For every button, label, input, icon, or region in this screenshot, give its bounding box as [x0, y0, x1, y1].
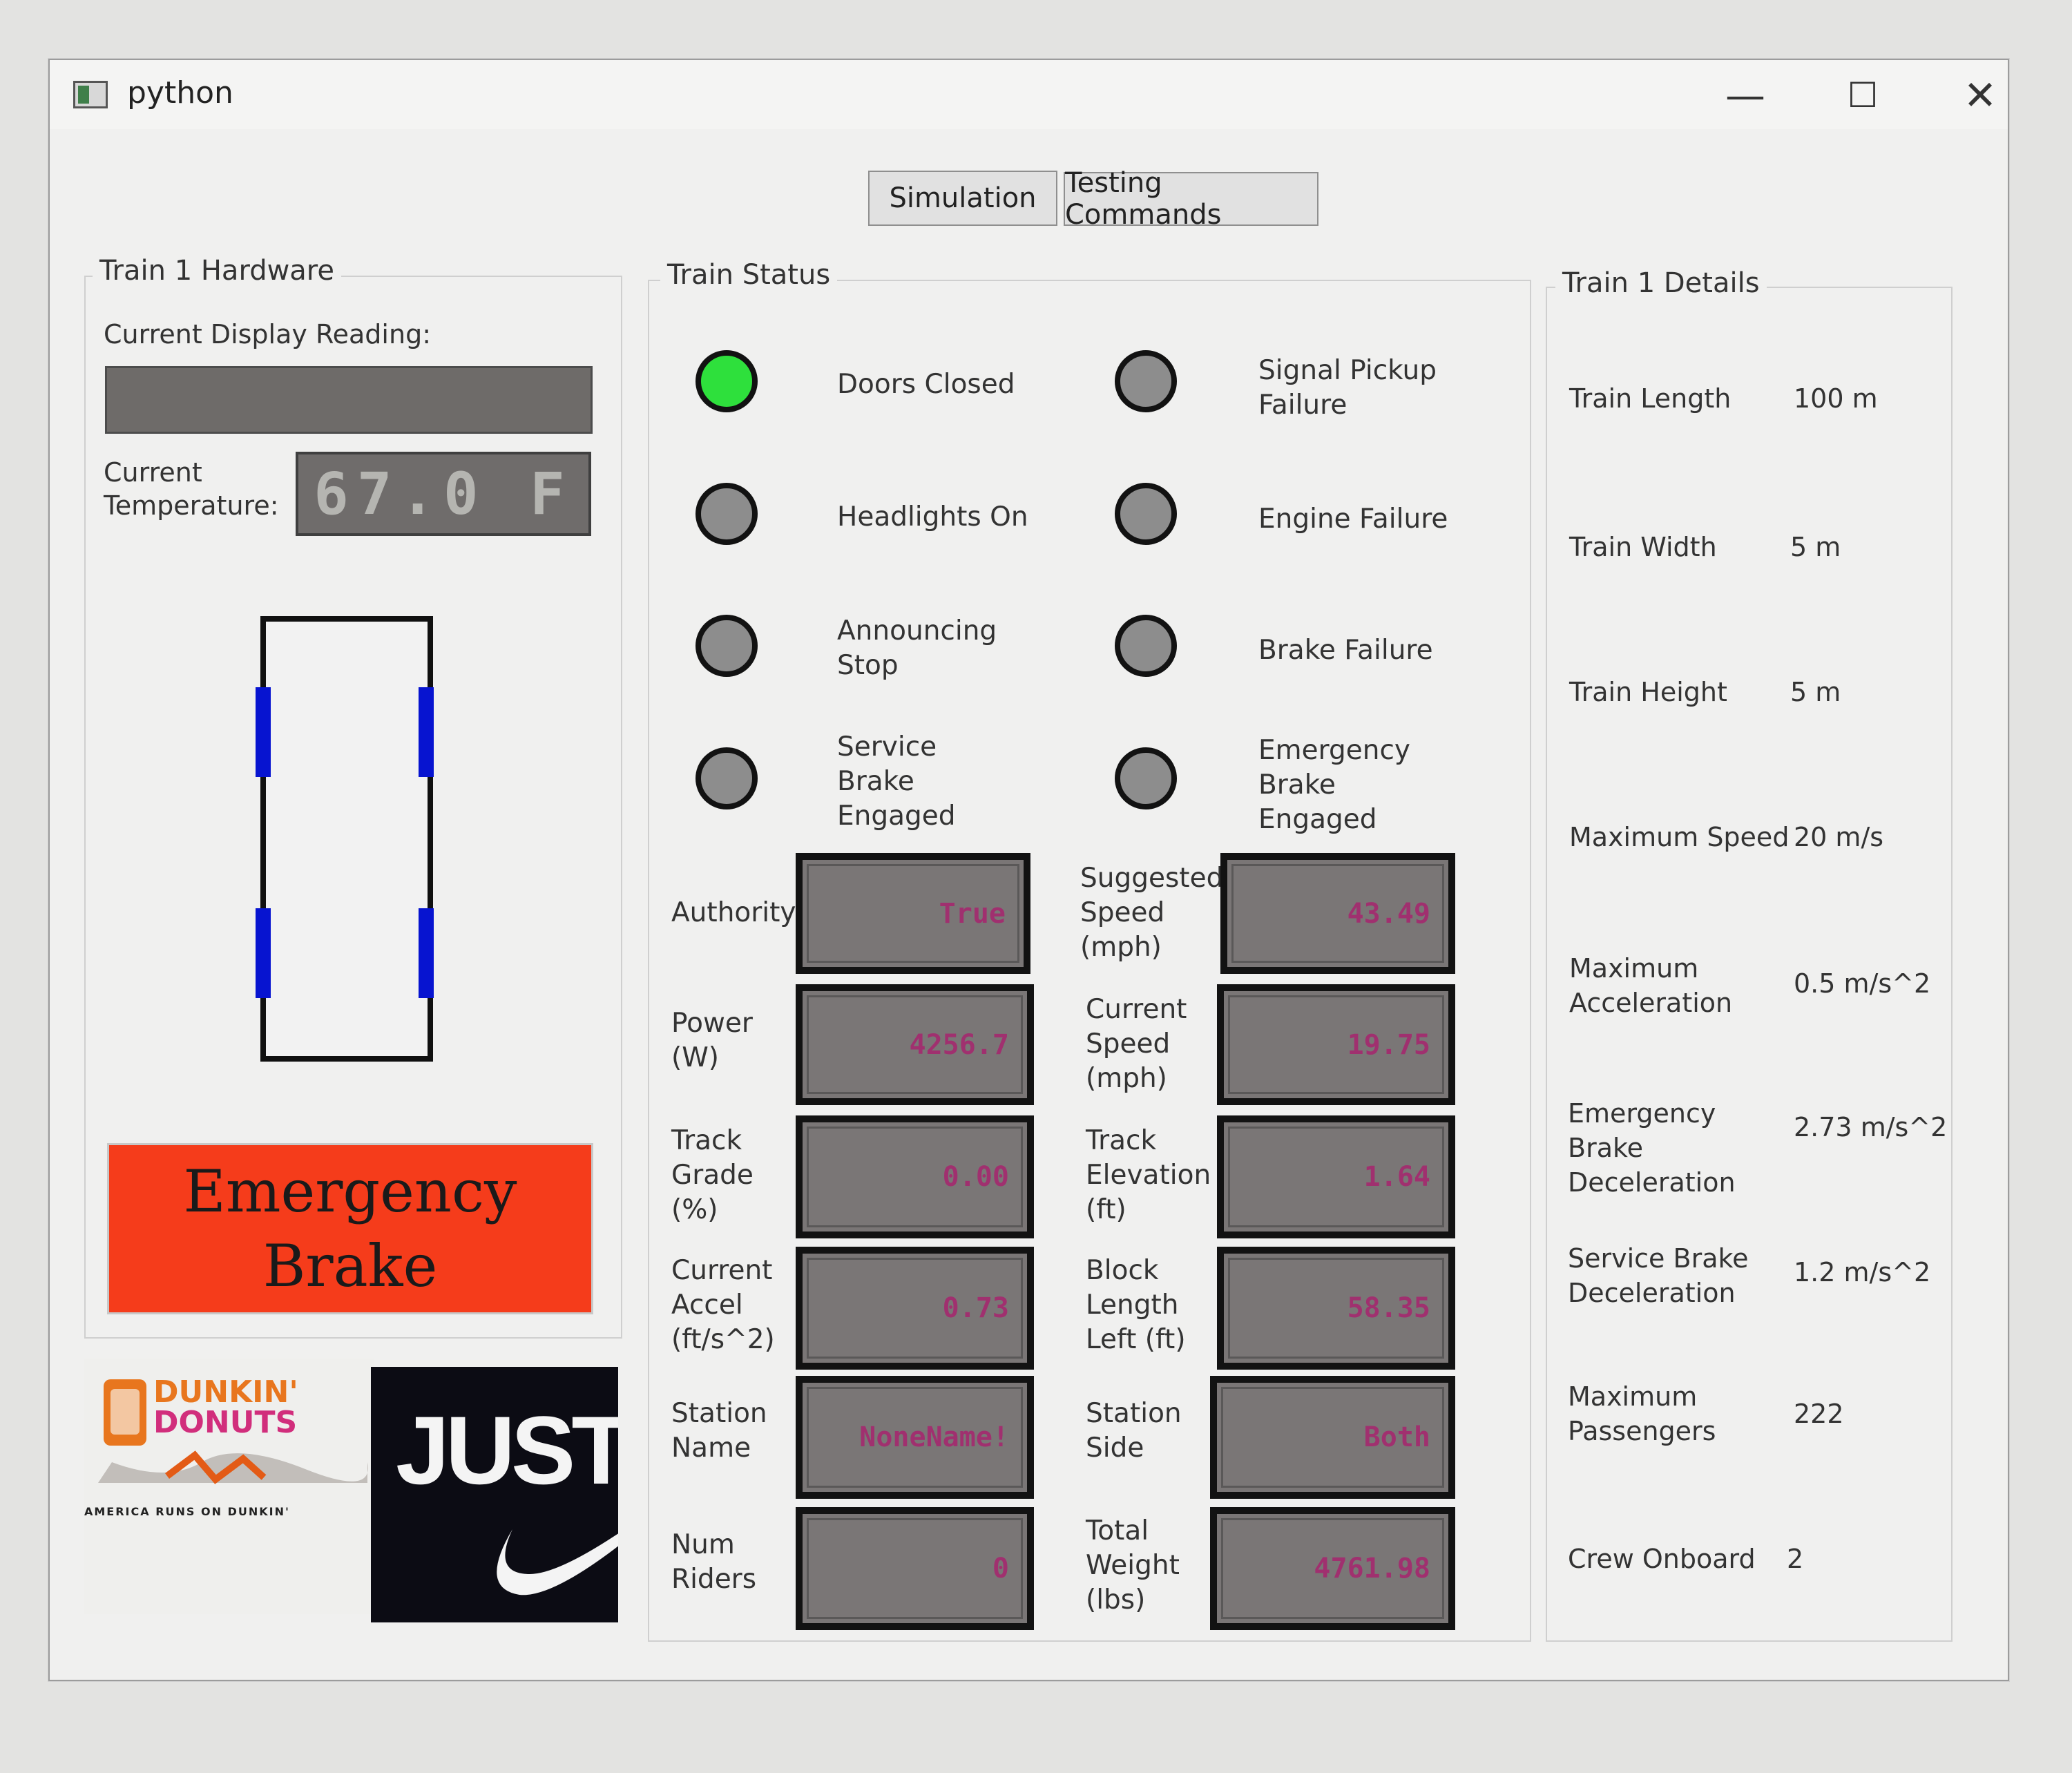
- app-icon: [73, 81, 108, 108]
- detail-label-service-brake-deceleration: Service Brake Deceleration: [1568, 1243, 1749, 1308]
- label-station-name: Station Name: [671, 1398, 767, 1464]
- label-emergency-brake-engaged: Emergency Brake Engaged: [1258, 735, 1410, 835]
- value-power: 4256.7: [796, 984, 1034, 1105]
- detail-label-train-width: Train Width: [1569, 532, 1717, 562]
- emergency-brake-line1: Emergency: [183, 1158, 517, 1225]
- detail-value-train-width: 5 m: [1790, 532, 1841, 562]
- label-block-length-left: Block Length Left (ft): [1086, 1255, 1186, 1355]
- detail-label-emergency-brake-deceleration: Emergency Brake Deceleration: [1568, 1098, 1736, 1198]
- value-block-length-left: 58.35: [1217, 1247, 1455, 1370]
- value-current-speed: 19.75: [1217, 984, 1455, 1105]
- window-title: python: [127, 75, 233, 111]
- label-announcing-stop: Announcing Stop: [837, 615, 997, 681]
- label-num-riders: Num Riders: [671, 1529, 757, 1595]
- detail-label-train-height: Train Height: [1569, 677, 1727, 707]
- nike-swoosh-icon: [497, 1529, 618, 1595]
- label-authority: Authority: [671, 897, 796, 928]
- close-button[interactable]: ✕: [1942, 66, 2018, 125]
- value-suggested-speed: 43.49: [1220, 853, 1455, 974]
- indicator-engine-failure: [1115, 483, 1177, 545]
- nike-ad: JUST D: [371, 1367, 618, 1622]
- label-track-elevation: Track Elevation (ft): [1086, 1125, 1211, 1225]
- label-signal-pickup-failure: Signal Pickup Failure: [1258, 355, 1437, 421]
- minimize-button[interactable]: —: [1707, 66, 1783, 125]
- detail-value-service-brake-deceleration: 1.2 m/s^2: [1794, 1257, 1931, 1287]
- app-window: python — ☐ ✕ Simulation Testing Commands…: [48, 59, 2009, 1681]
- value-station-name: NoneName!: [796, 1376, 1034, 1499]
- label-total-weight: Total Weight (lbs): [1086, 1515, 1180, 1616]
- train-door-diagram: [256, 616, 434, 1062]
- detail-value-train-height: 5 m: [1790, 677, 1841, 707]
- tab-testing-commands[interactable]: Testing Commands: [1064, 167, 1318, 231]
- value-total-weight: 4761.98: [1210, 1507, 1455, 1630]
- dunkin-logo-line1: DUNKIN': [153, 1374, 298, 1410]
- status-group-title: Train Status: [660, 259, 838, 291]
- display-reading-label: Current Display Reading:: [104, 319, 431, 349]
- detail-label-maximum-acceleration: Maximum Acceleration: [1569, 953, 1733, 1018]
- dunkin-logo-line2: DONUTS: [153, 1405, 298, 1440]
- detail-label-maximum-passengers: Maximum Passengers: [1568, 1381, 1716, 1446]
- label-station-side: Station Side: [1086, 1398, 1182, 1464]
- label-suggested-speed: Suggested Speed (mph): [1080, 863, 1224, 963]
- label-doors-closed: Doors Closed: [837, 369, 1015, 400]
- title-bar: python — ☐ ✕: [50, 60, 2008, 129]
- value-authority: True: [796, 853, 1030, 974]
- label-track-grade: Track Grade (%): [671, 1125, 754, 1225]
- indicator-brake-failure: [1115, 615, 1177, 677]
- door-left-rear: [256, 908, 271, 998]
- indicator-service-brake-engaged: [696, 747, 758, 809]
- label-headlights-on: Headlights On: [837, 501, 1028, 533]
- temperature-label-line1: Current: [104, 457, 202, 488]
- indicator-doors-closed: [696, 350, 758, 412]
- label-service-brake-engaged: Service Brake Engaged: [837, 731, 956, 832]
- label-power: Power (W): [671, 1008, 753, 1073]
- value-station-side: Both: [1210, 1376, 1455, 1499]
- detail-value-maximum-acceleration: 0.5 m/s^2: [1794, 968, 1931, 999]
- display-reading-bar: [105, 366, 593, 434]
- temperature-label-line2: Temperature:: [104, 490, 279, 521]
- value-current-accel: 0.73: [796, 1247, 1034, 1370]
- emergency-brake-line2: Brake: [262, 1232, 438, 1300]
- detail-label-train-length: Train Length: [1569, 383, 1732, 414]
- value-track-grade: 0.00: [796, 1115, 1034, 1238]
- detail-value-maximum-passengers: 222: [1794, 1399, 1844, 1429]
- indicator-signal-pickup-failure: [1115, 350, 1177, 412]
- indicator-headlights-on: [696, 483, 758, 545]
- door-right-front: [419, 687, 434, 777]
- temperature-display: 67.0 F: [296, 452, 591, 536]
- maximize-button[interactable]: ☐: [1825, 66, 1901, 125]
- details-group-title: Train 1 Details: [1555, 267, 1767, 299]
- door-right-rear: [419, 908, 434, 998]
- detail-label-maximum-speed: Maximum Speed: [1569, 822, 1790, 852]
- indicator-emergency-brake-engaged: [1115, 747, 1177, 809]
- emergency-brake-button[interactable]: Emergency Brake: [107, 1143, 593, 1314]
- hardware-group-title: Train 1 Hardware: [93, 255, 341, 287]
- detail-value-train-length: 100 m: [1794, 383, 1878, 414]
- detail-value-maximum-speed: 20 m/s: [1794, 822, 1884, 852]
- label-engine-failure: Engine Failure: [1258, 504, 1448, 535]
- detail-label-crew-onboard: Crew Onboard: [1568, 1544, 1756, 1574]
- label-current-accel: Current Accel (ft/s^2): [671, 1255, 775, 1355]
- detail-value-emergency-brake-deceleration: 2.73 m/s^2: [1794, 1112, 1948, 1142]
- value-track-elevation: 1.64: [1217, 1115, 1455, 1238]
- indicator-announcing-stop: [696, 615, 758, 677]
- label-current-speed: Current Speed (mph): [1086, 994, 1187, 1094]
- label-brake-failure: Brake Failure: [1258, 635, 1433, 666]
- value-num-riders: 0: [796, 1507, 1034, 1630]
- detail-value-crew-onboard: 2: [1787, 1544, 1804, 1574]
- dunkin-tagline: AMERICA RUNS ON DUNKIN': [84, 1505, 290, 1518]
- dunkin-ad: DUNKIN' DONUTS AMERICA RUNS ON DUNKIN': [84, 1359, 374, 1614]
- tab-simulation[interactable]: Simulation: [868, 171, 1057, 226]
- door-left-front: [256, 687, 271, 777]
